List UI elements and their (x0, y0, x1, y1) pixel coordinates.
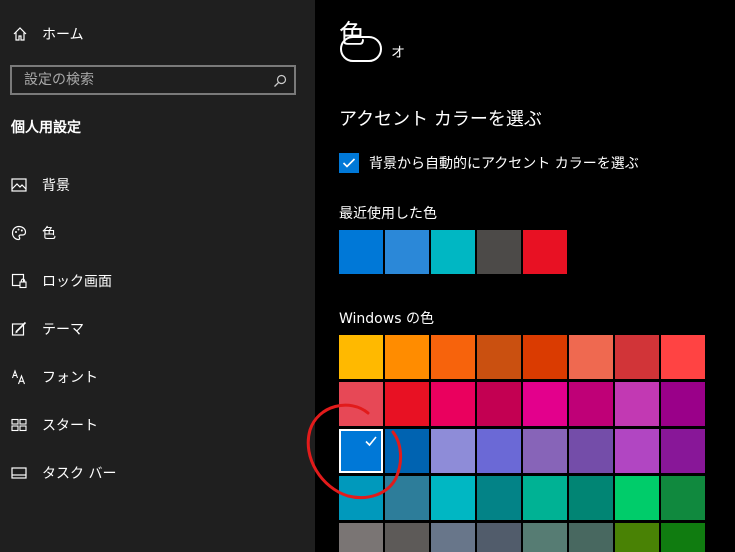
sidebar-item-label: 背景 (42, 178, 70, 194)
auto-accent-checkbox[interactable] (339, 153, 359, 173)
palette-icon (10, 224, 28, 242)
sidebar-item-label: 色 (42, 226, 56, 242)
color-swatch[interactable] (477, 335, 521, 379)
color-swatch[interactable] (523, 429, 567, 473)
sidebar-item-background[interactable]: 背景 (0, 165, 315, 205)
color-swatch[interactable] (661, 476, 705, 520)
lock-screen-icon (10, 272, 28, 290)
home-link[interactable]: ホーム (12, 22, 84, 46)
color-swatch[interactable] (477, 429, 521, 473)
checkmark-icon (365, 436, 377, 447)
color-swatch[interactable] (569, 476, 613, 520)
color-swatch[interactable] (339, 476, 383, 520)
color-swatch[interactable] (569, 382, 613, 426)
sidebar-item-taskbar[interactable]: タスク バー (0, 453, 315, 493)
search-input[interactable] (12, 67, 274, 93)
sidebar: ホーム 個人用設定 背景 色 ロック画面 テーマ フォン (0, 0, 315, 552)
search-box[interactable] (10, 65, 296, 95)
color-swatch[interactable] (339, 230, 383, 274)
color-swatch[interactable] (569, 429, 613, 473)
auto-accent-label: 背景から自動的にアクセント カラーを選ぶ (369, 156, 639, 172)
color-swatch[interactable] (385, 382, 429, 426)
color-swatch[interactable] (477, 230, 521, 274)
sidebar-item-label: ロック画面 (42, 274, 112, 290)
color-swatch[interactable] (569, 335, 613, 379)
color-swatch[interactable] (385, 476, 429, 520)
auto-accent-option[interactable]: 背景から自動的にアクセント カラーを選ぶ (339, 153, 639, 173)
windows-colors-label: Windows の色 (339, 311, 434, 327)
sidebar-item-fonts[interactable]: フォント (0, 357, 315, 397)
accent-color-heading: アクセント カラーを選ぶ (339, 109, 542, 130)
start-icon (10, 416, 28, 434)
color-swatch[interactable] (523, 230, 567, 274)
sidebar-item-label: タスク バー (42, 466, 117, 482)
checkmark-icon (342, 158, 356, 168)
sidebar-item-label: テーマ (42, 322, 84, 338)
color-swatch[interactable] (385, 523, 429, 552)
color-swatch[interactable] (615, 523, 659, 552)
home-icon (12, 26, 28, 42)
color-swatch[interactable] (615, 335, 659, 379)
color-swatch[interactable] (385, 335, 429, 379)
mode-toggle[interactable] (340, 36, 382, 62)
color-swatch[interactable] (523, 335, 567, 379)
color-swatch[interactable] (477, 382, 521, 426)
color-swatch[interactable] (431, 230, 475, 274)
color-swatch[interactable] (661, 429, 705, 473)
color-swatch[interactable] (339, 335, 383, 379)
section-title: 個人用設定 (11, 120, 81, 136)
font-icon (10, 368, 28, 386)
color-swatch[interactable] (431, 335, 475, 379)
picture-icon (10, 176, 28, 194)
color-swatch[interactable] (431, 382, 475, 426)
home-label: ホーム (42, 27, 84, 43)
sidebar-item-colors[interactable]: 色 (0, 213, 315, 253)
search-icon[interactable] (273, 73, 287, 87)
sidebar-item-start[interactable]: スタート (0, 405, 315, 445)
sidebar-item-label: スタート (42, 418, 98, 434)
color-swatch[interactable] (431, 476, 475, 520)
sidebar-item-label: フォント (42, 370, 98, 386)
color-swatch[interactable] (339, 382, 383, 426)
color-swatch-selected[interactable] (339, 429, 383, 473)
color-swatch[interactable] (661, 523, 705, 552)
color-swatch[interactable] (615, 429, 659, 473)
taskbar-icon (10, 464, 28, 482)
color-swatch[interactable] (477, 523, 521, 552)
color-swatch[interactable] (523, 523, 567, 552)
color-swatch[interactable] (385, 429, 429, 473)
color-swatch[interactable] (523, 382, 567, 426)
color-swatch[interactable] (385, 230, 429, 274)
color-swatch[interactable] (569, 523, 613, 552)
sidebar-item-themes[interactable]: テーマ (0, 309, 315, 349)
color-swatch[interactable] (523, 476, 567, 520)
color-swatch[interactable] (661, 335, 705, 379)
color-swatch[interactable] (477, 476, 521, 520)
color-swatch[interactable] (431, 429, 475, 473)
color-swatch[interactable] (661, 382, 705, 426)
recent-colors-label: 最近使用した色 (339, 206, 437, 222)
mode-toggle-label: オ (391, 45, 405, 61)
color-swatch[interactable] (615, 382, 659, 426)
color-swatch[interactable] (339, 523, 383, 552)
color-swatch[interactable] (615, 476, 659, 520)
color-swatch[interactable] (431, 523, 475, 552)
main-content: 色 オ アクセント カラーを選ぶ 背景から自動的にアクセント カラーを選ぶ 最近… (315, 0, 735, 552)
sidebar-item-lock-screen[interactable]: ロック画面 (0, 261, 315, 301)
theme-icon (10, 320, 28, 338)
